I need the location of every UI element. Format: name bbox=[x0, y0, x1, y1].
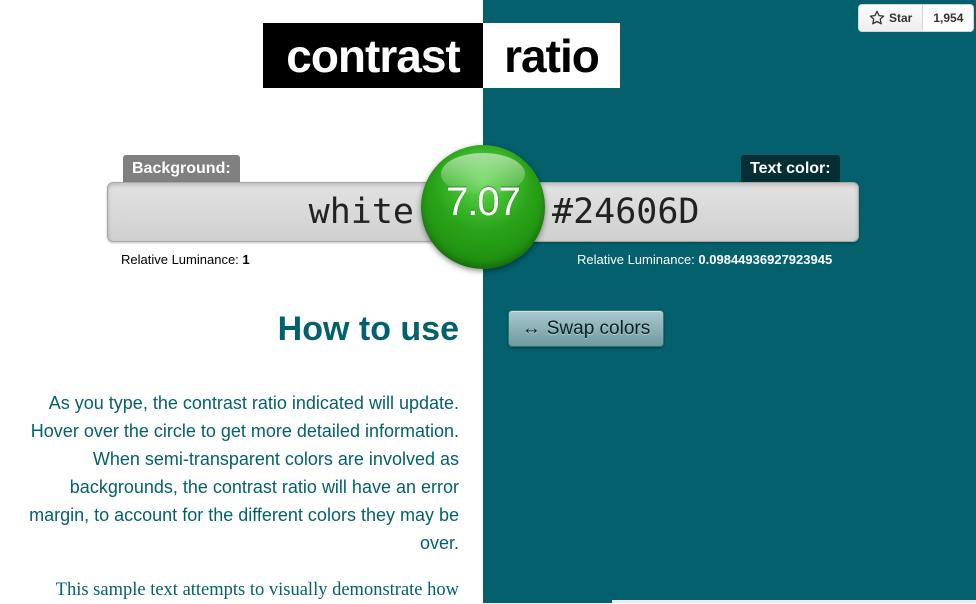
text-color-luminance-value: 0.09844936927923945 bbox=[698, 252, 833, 267]
how-to-use-heading: How to use bbox=[277, 310, 459, 348]
github-star-count[interactable]: 1,954 bbox=[923, 5, 974, 31]
star-icon bbox=[869, 10, 885, 25]
logo-contrast: contrast bbox=[263, 23, 483, 88]
swap-arrows-icon: ↔ bbox=[521, 317, 541, 339]
sample-text-paragraph: This sample text attempts to visually de… bbox=[55, 580, 459, 600]
contrast-ratio-circle[interactable]: 7.07 bbox=[421, 145, 545, 269]
text-color-luminance-label: Relative Luminance: bbox=[577, 252, 695, 267]
swap-colors-label: Swap colors bbox=[546, 317, 651, 339]
how-to-use-paragraph: As you type, the contrast ratio indicate… bbox=[29, 393, 459, 553]
background-luminance: Relative Luminance: 1 bbox=[121, 252, 250, 267]
text-color-label: Text color: bbox=[741, 155, 840, 183]
background-luminance-label: Relative Luminance: bbox=[121, 252, 239, 267]
text-color-preview-pane bbox=[483, 0, 976, 603]
github-star-button[interactable]: Star bbox=[859, 5, 924, 31]
github-star-widget: Star 1,954 bbox=[858, 4, 975, 32]
background-luminance-value: 1 bbox=[242, 252, 250, 267]
github-star-label: Star bbox=[889, 11, 913, 25]
text-color-luminance: Relative Luminance: 0.09844936927923945 bbox=[577, 252, 832, 267]
logo-ratio: ratio bbox=[483, 23, 620, 88]
background-label: Background: bbox=[123, 155, 240, 183]
swap-colors-button[interactable]: ↔ Swap colors bbox=[508, 310, 664, 347]
background-color-input[interactable] bbox=[108, 183, 418, 241]
text-color-input[interactable] bbox=[548, 183, 848, 241]
contrast-ratio-value: 7.07 bbox=[446, 179, 521, 224]
